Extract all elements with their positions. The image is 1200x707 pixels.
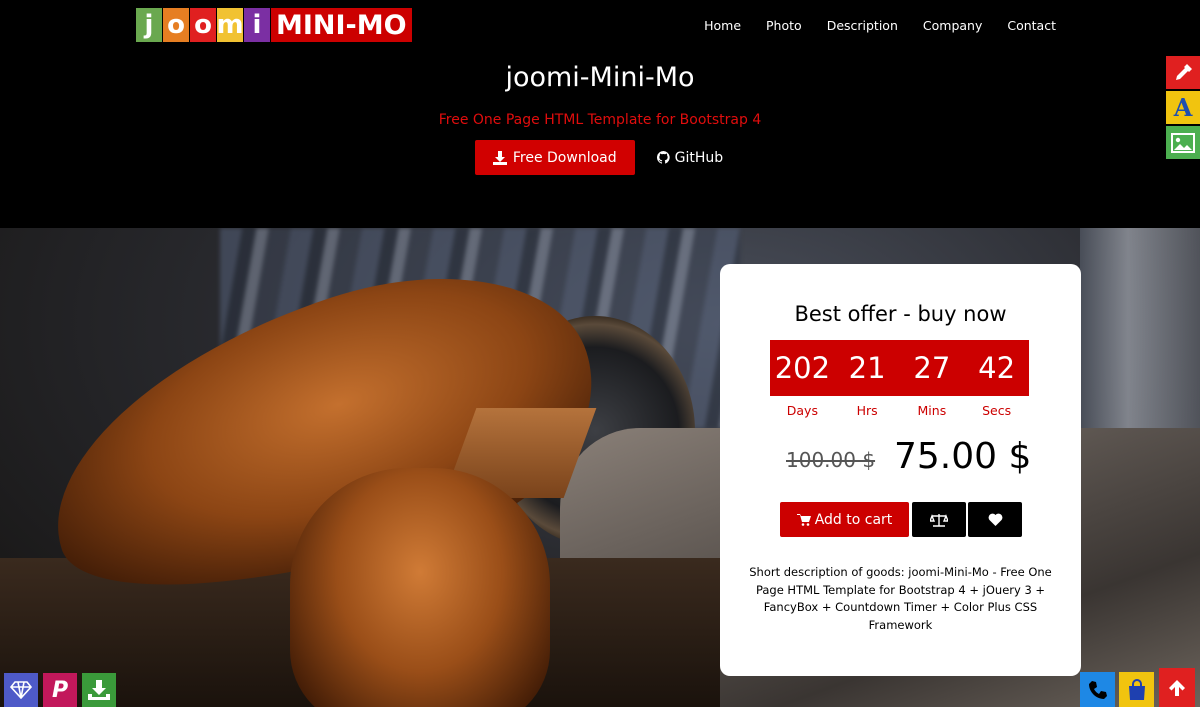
hero-title: joomi-Mini-Mo [505, 62, 695, 93]
github-label: GitHub [674, 149, 724, 166]
color-picker-widget[interactable] [1166, 56, 1200, 89]
paypal-widget[interactable]: P [43, 673, 77, 707]
logo-letter-o: o [163, 8, 189, 42]
hero-buttons: Free Download GitHub [0, 140, 1200, 175]
shop-widget[interactable] [1119, 672, 1154, 707]
wishlist-button[interactable] [968, 502, 1022, 537]
label-secs: Secs [982, 403, 1012, 418]
add-to-cart-button[interactable]: Add to cart [780, 502, 909, 537]
hero-subtitle: Free One Page HTML Template for Bootstra… [438, 112, 762, 128]
label-days: Days [786, 403, 818, 418]
nav-company[interactable]: Company [923, 18, 982, 33]
label-mins: Mins [917, 403, 947, 418]
logo-letter-j: j [136, 8, 162, 42]
countdown-timer: 202 21 27 42 [770, 340, 1029, 396]
phone-icon [1088, 680, 1107, 699]
phone-widget[interactable] [1080, 672, 1115, 707]
font-icon: A [1173, 93, 1193, 122]
timer-secs: 42 [978, 351, 1016, 385]
label-hrs: Hrs [856, 403, 878, 418]
logo-mini-mo: MINI-MO [271, 8, 412, 42]
shoe-front [290, 468, 550, 707]
logo-letter-i: i [244, 8, 270, 42]
timer-hrs: 21 [848, 351, 886, 385]
cart-icon [796, 513, 811, 526]
timer-mins: 27 [913, 351, 951, 385]
nav-photo[interactable]: Photo [766, 18, 802, 33]
logo-letter-m: m [216, 8, 244, 42]
site-logo[interactable]: j o o m i MINI-MO [136, 8, 412, 42]
github-icon [656, 151, 670, 164]
nav-description[interactable]: Description [827, 18, 898, 33]
font-widget[interactable]: A [1166, 91, 1200, 124]
scale-icon [930, 513, 948, 527]
shopping-bag-icon [1128, 678, 1145, 700]
paypal-icon: P [51, 677, 69, 703]
github-button[interactable]: GitHub [655, 140, 726, 175]
diamond-icon [10, 681, 32, 699]
main-nav: Home Photo Description Company Contact [679, 0, 1056, 50]
new-price: 75.00 $ [894, 436, 1032, 477]
free-download-label: Free Download [512, 149, 617, 166]
heart-icon [988, 513, 1002, 526]
image-widget[interactable] [1166, 126, 1200, 159]
arrow-up-icon [1169, 679, 1185, 696]
nav-home[interactable]: Home [704, 18, 741, 33]
diamond-widget[interactable] [4, 673, 38, 707]
compare-button[interactable] [912, 502, 966, 537]
offer-card: Best offer - buy now 202 21 27 42 Days H… [720, 264, 1081, 676]
free-download-button[interactable]: Free Download [474, 140, 635, 175]
logo-letter-o: o [190, 8, 216, 42]
add-to-cart-label: Add to cart [814, 511, 893, 528]
download-widget[interactable] [82, 673, 116, 707]
offer-title: Best offer - buy now [794, 302, 1007, 326]
eyedropper-icon [1176, 63, 1192, 80]
image-icon [1171, 132, 1195, 153]
timer-labels: Days Hrs Mins Secs [770, 403, 1029, 418]
scroll-top-button[interactable] [1159, 668, 1195, 707]
timer-days: 202 [774, 351, 831, 385]
download-tray-icon [88, 680, 110, 700]
download-icon [492, 150, 507, 165]
nav-contact[interactable]: Contact [1007, 18, 1056, 33]
product-description: Short description of goods: joomi-Mini-M… [749, 565, 1052, 632]
old-price: 100.00 $ [786, 448, 876, 472]
